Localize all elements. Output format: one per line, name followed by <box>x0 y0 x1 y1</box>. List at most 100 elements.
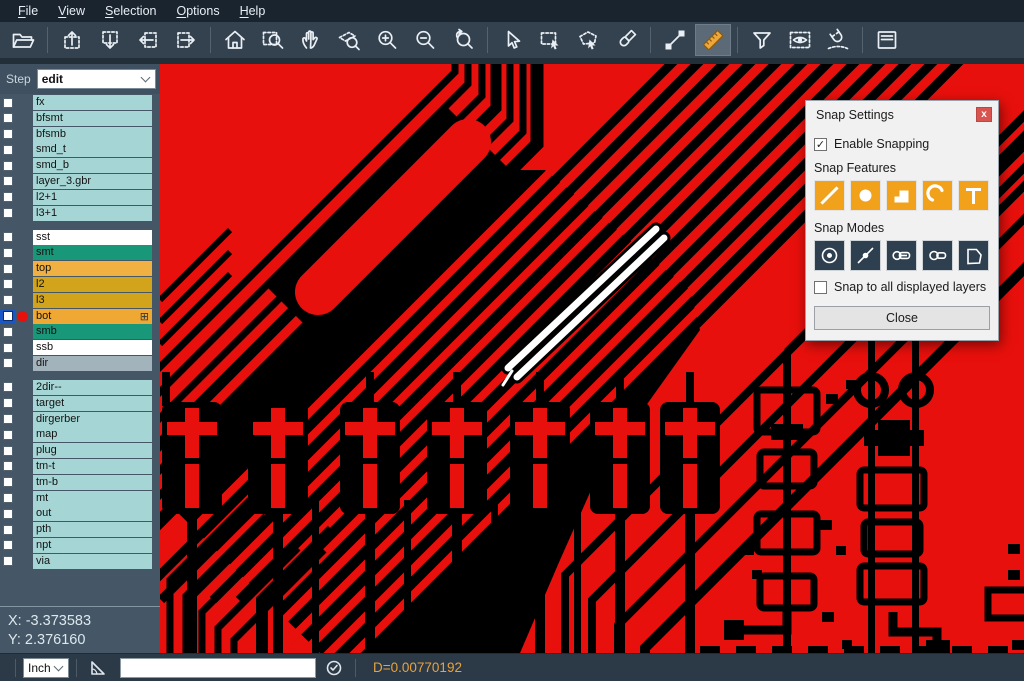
layer-label[interactable]: smd_b <box>33 158 152 173</box>
layer-visibility-checkbox[interactable] <box>0 427 15 442</box>
layer-visibility-checkbox[interactable] <box>0 554 15 569</box>
layer-label[interactable]: bfsmt <box>33 111 152 126</box>
layer-visibility-checkbox[interactable] <box>0 506 15 521</box>
pan-right-button[interactable] <box>168 24 204 56</box>
layer-label[interactable]: ssb <box>33 340 152 355</box>
layer-visibility-checkbox[interactable] <box>0 111 15 126</box>
pad-exit-snap-button[interactable] <box>922 240 953 271</box>
layer-visibility-checkbox[interactable] <box>0 206 15 221</box>
layer-label[interactable]: dirgerber <box>33 412 152 427</box>
layers-panel-button[interactable] <box>869 24 905 56</box>
snap-magnet-button[interactable] <box>820 24 856 56</box>
layer-visibility-checkbox[interactable] <box>0 95 15 110</box>
layer-label[interactable]: target <box>33 396 152 411</box>
layer-label[interactable]: tm-t <box>33 459 152 474</box>
step-combo[interactable]: edit <box>37 69 156 89</box>
layer-label[interactable]: layer_3.gbr <box>33 174 152 189</box>
surface-snap-button[interactable] <box>886 180 917 211</box>
layer-label[interactable]: l3 <box>33 293 152 308</box>
layer-visibility-checkbox[interactable] <box>0 309 15 324</box>
zoom-previous-button[interactable] <box>445 24 481 56</box>
layer-label[interactable]: mt <box>33 491 152 506</box>
layer-label[interactable]: sst <box>33 230 152 245</box>
layer-visibility-checkbox[interactable] <box>0 459 15 474</box>
layer-visibility-checkbox[interactable] <box>0 158 15 173</box>
layer-label[interactable]: dir <box>33 356 152 371</box>
layer-label[interactable]: smd_t <box>33 142 152 157</box>
pcb-canvas[interactable]: Snap Settings x ✓ Enable Snapping Snap F… <box>160 64 1024 653</box>
zoom-in-button[interactable] <box>369 24 405 56</box>
menu-item-selection[interactable]: Selection <box>95 0 166 22</box>
layer-visibility-checkbox[interactable] <box>0 412 15 427</box>
dialog-title-bar[interactable]: Snap Settings x <box>806 101 998 124</box>
menu-item-view[interactable]: View <box>48 0 95 22</box>
layer-visibility-checkbox[interactable] <box>0 340 15 355</box>
layer-label[interactable]: map <box>33 427 152 442</box>
arc-snap-button[interactable] <box>922 180 953 211</box>
layer-visibility-checkbox[interactable] <box>0 356 15 371</box>
layer-label[interactable]: out <box>33 506 152 521</box>
layer-label[interactable]: top <box>33 261 152 276</box>
zoom-home-button[interactable] <box>217 24 253 56</box>
view-options-button[interactable] <box>782 24 818 56</box>
close-icon[interactable]: x <box>976 107 992 122</box>
refresh-icon[interactable] <box>322 657 346 679</box>
zoom-out-button[interactable] <box>407 24 443 56</box>
layer-visibility-checkbox[interactable] <box>0 174 15 189</box>
center-snap-button[interactable] <box>814 240 845 271</box>
pan-hand-button[interactable] <box>293 24 329 56</box>
layer-visibility-checkbox[interactable] <box>0 261 15 276</box>
layer-label[interactable]: npt <box>33 538 152 553</box>
pad-snap-button[interactable] <box>850 180 881 211</box>
layer-visibility-checkbox[interactable] <box>0 522 15 537</box>
layer-label[interactable]: bot⊞ <box>33 309 152 324</box>
layer-visibility-checkbox[interactable] <box>0 230 15 245</box>
layer-label[interactable]: smb <box>33 324 152 339</box>
unit-combo[interactable]: Inch <box>23 658 69 678</box>
layer-visibility-checkbox[interactable] <box>0 245 15 260</box>
measure-point-to-point-button[interactable] <box>657 24 693 56</box>
pan-down-button[interactable] <box>92 24 128 56</box>
filter-button[interactable] <box>744 24 780 56</box>
select-rectangle-button[interactable] <box>532 24 568 56</box>
zoom-window-button[interactable] <box>255 24 291 56</box>
layer-label[interactable]: plug <box>33 443 152 458</box>
close-button[interactable]: Close <box>814 306 990 330</box>
layer-visibility-checkbox[interactable] <box>0 475 15 490</box>
layer-label[interactable]: l2 <box>33 277 152 292</box>
layer-visibility-checkbox[interactable] <box>0 293 15 308</box>
pad-entry-snap-button[interactable] <box>886 240 917 271</box>
snap-all-layers-row[interactable]: Snap to all displayed layers <box>814 280 990 294</box>
layer-visibility-checkbox[interactable] <box>0 538 15 553</box>
line-snap-button[interactable] <box>814 180 845 211</box>
closest-point-snap-button[interactable] <box>850 240 881 271</box>
layer-label[interactable]: pth <box>33 522 152 537</box>
layer-visibility-checkbox[interactable] <box>0 142 15 157</box>
contour-snap-button[interactable] <box>958 240 989 271</box>
menu-item-help[interactable]: Help <box>230 0 276 22</box>
layer-visibility-checkbox[interactable] <box>0 396 15 411</box>
select-polygon-button[interactable] <box>570 24 606 56</box>
layer-visibility-checkbox[interactable] <box>0 190 15 205</box>
enable-snapping-checkbox[interactable]: ✓ <box>814 138 827 151</box>
layer-label[interactable]: bfsmb <box>33 127 152 142</box>
layer-label[interactable]: l3+1 <box>33 206 152 221</box>
layer-visibility-checkbox[interactable] <box>0 443 15 458</box>
layer-label[interactable]: fx <box>33 95 152 110</box>
layer-label[interactable]: via <box>33 554 152 569</box>
text-snap-button[interactable] <box>958 180 989 211</box>
layer-visibility-checkbox[interactable] <box>0 491 15 506</box>
open-button[interactable] <box>5 24 41 56</box>
zoom-object-button[interactable] <box>331 24 367 56</box>
layer-label[interactable]: smt <box>33 245 152 260</box>
layer-visibility-checkbox[interactable] <box>0 127 15 142</box>
menu-item-options[interactable]: Options <box>166 0 229 22</box>
pan-left-button[interactable] <box>130 24 166 56</box>
layer-visibility-checkbox[interactable] <box>0 324 15 339</box>
measure-ruler-button[interactable] <box>695 24 731 56</box>
clean-brush-button[interactable] <box>608 24 644 56</box>
enable-snapping-row[interactable]: ✓ Enable Snapping <box>814 137 990 151</box>
pan-up-button[interactable] <box>54 24 90 56</box>
layer-label[interactable]: tm-b <box>33 475 152 490</box>
select-arrow-button[interactable] <box>494 24 530 56</box>
